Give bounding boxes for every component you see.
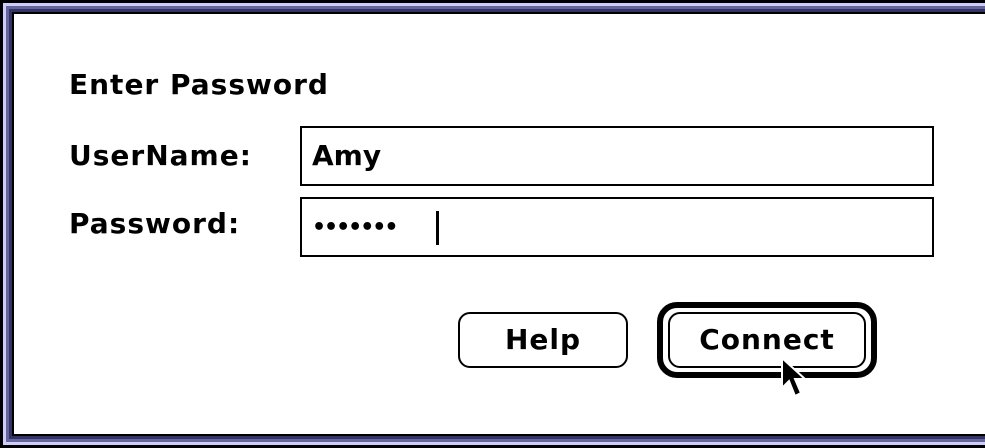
- username-field[interactable]: Amy: [300, 126, 934, 186]
- text-caret: [436, 211, 439, 245]
- username-value: Amy: [312, 139, 382, 172]
- help-button[interactable]: Help: [458, 312, 628, 368]
- password-masked-value: •••••••: [312, 215, 398, 240]
- username-label: UserName:: [69, 139, 252, 172]
- connect-button[interactable]: Connect: [668, 312, 866, 368]
- password-label: Password:: [69, 207, 241, 240]
- dialog-title: Enter Password: [69, 68, 329, 101]
- arrow-cursor-icon: [781, 356, 808, 398]
- password-field[interactable]: •••••••: [300, 197, 934, 257]
- password-dialog: Enter Password UserName: Amy Password: •…: [0, 0, 985, 448]
